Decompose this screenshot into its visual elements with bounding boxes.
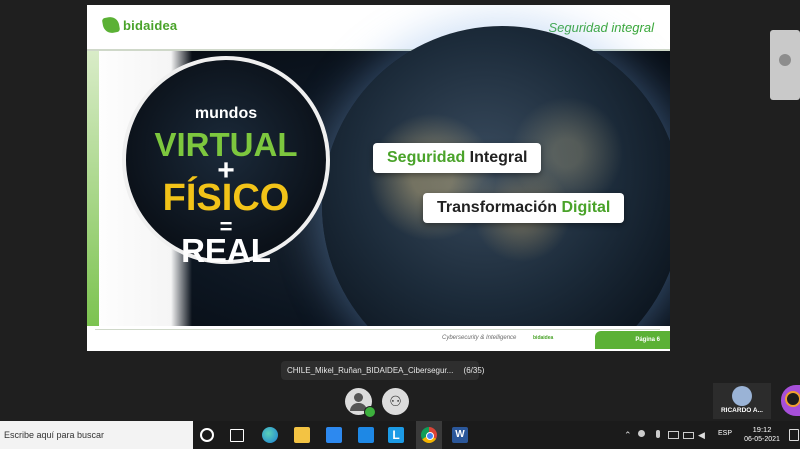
video-thumbnail[interactable]	[770, 30, 800, 100]
slide-counter: (6/35)	[463, 366, 485, 375]
slide-footer: Cybersecurity & Intelligence bidaidea Pá…	[87, 326, 670, 351]
people-icon: ⚇	[389, 393, 402, 409]
slide-title: Seguridad integral	[548, 20, 654, 35]
chevron-up-icon[interactable]: ⌃	[624, 430, 633, 440]
cortana-icon[interactable]	[200, 428, 214, 442]
hero-image: mundos VIRTUAL + FÍSICO = REAL Seguridad…	[87, 26, 670, 351]
edge-icon[interactable]	[262, 427, 278, 443]
status-check-icon	[364, 406, 376, 418]
clock-date[interactable]: 06-05-2021	[740, 436, 784, 443]
pill1-dark: Integral	[465, 149, 528, 166]
footer-divider	[95, 329, 660, 330]
network-icon[interactable]	[668, 430, 679, 439]
search-box[interactable]: Escribe aquí para buscar	[0, 421, 193, 449]
battery-icon[interactable]	[683, 430, 694, 439]
volume-icon[interactable]: ◀	[698, 430, 707, 440]
footer-logo: bidaidea	[533, 335, 554, 341]
pill2-green: Digital	[557, 199, 611, 216]
microphone-icon[interactable]	[654, 430, 663, 439]
people-tray-icon[interactable]	[638, 430, 647, 439]
user-icon	[779, 54, 791, 66]
file-explorer-icon[interactable]	[294, 427, 310, 443]
brand-name: bidaidea	[123, 17, 178, 33]
person-icon-head	[354, 393, 363, 402]
speaker-avatar	[785, 391, 800, 407]
page-number: Página 6	[595, 331, 670, 349]
l-app-icon[interactable]: L	[388, 427, 404, 443]
word-icon[interactable]: W	[452, 427, 468, 443]
green-accent-bar	[87, 51, 99, 326]
seguridad-integral-label: Seguridad Integral	[373, 143, 542, 173]
profile-button[interactable]	[345, 388, 376, 418]
participant-tile[interactable]: RICARDO A...	[713, 383, 771, 419]
pill2-dark: Transformación	[437, 199, 558, 216]
fisico-text: FÍSICO	[162, 177, 290, 219]
pill1-green: Seguridad	[387, 149, 466, 166]
transformacion-digital-label: Transformación Digital	[423, 193, 625, 223]
worlds-circle: mundos VIRTUAL + FÍSICO = REAL	[122, 56, 330, 269]
participant-name: RICARDO A...	[720, 407, 763, 414]
shared-file-name: CHILE_Mikel_Ruñan_BIDAIDEA_Cibersegur...	[287, 366, 454, 375]
shared-file-label: CHILE_Mikel_Ruñan_BIDAIDEA_Cibersegur...…	[281, 361, 484, 380]
chrome-center-icon	[426, 432, 434, 440]
slide-header: bidaidea Seguridad integral	[87, 5, 670, 50]
speaker-tile[interactable]	[781, 385, 800, 416]
notification-icon[interactable]	[789, 429, 799, 441]
leaf-icon	[101, 15, 121, 35]
taskbar: Escribe aquí para buscar L W ⌃ ◀ ESP 19:…	[0, 421, 800, 449]
mail-icon[interactable]	[358, 427, 374, 443]
shared-slide: bidaidea Seguridad integral mundos VIRTU…	[87, 5, 670, 351]
store-icon[interactable]	[326, 427, 342, 443]
footer-caption: Cybersecurity & Intelligence	[442, 335, 517, 341]
task-view-icon[interactable]	[230, 429, 244, 442]
clock-time[interactable]: 19:12	[742, 425, 782, 434]
language-indicator[interactable]: ESP	[718, 430, 732, 437]
participants-button[interactable]: ⚇	[382, 388, 409, 415]
mundos-text: mundos	[194, 105, 258, 122]
avatar	[732, 386, 752, 406]
bidaidea-logo: bidaidea	[101, 15, 178, 35]
real-text: REAL	[181, 232, 271, 269]
